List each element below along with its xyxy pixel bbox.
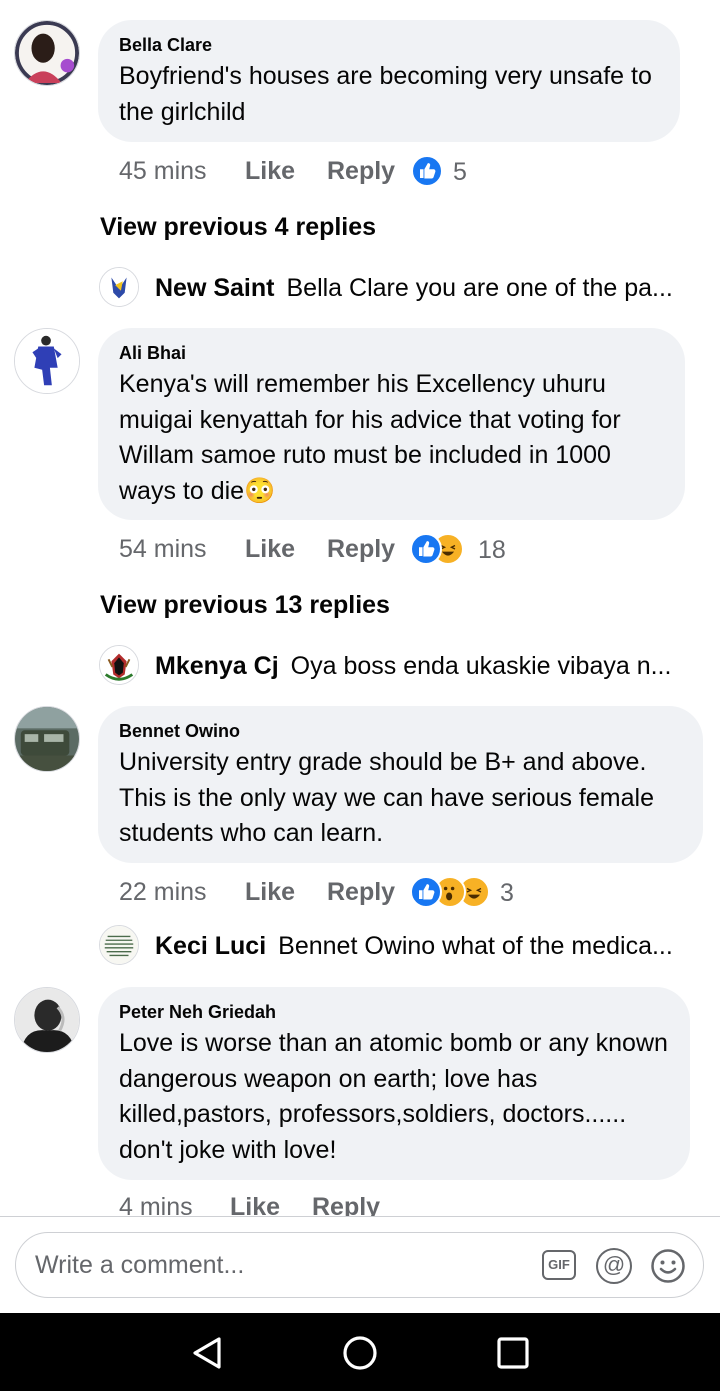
avatar[interactable] (14, 20, 80, 86)
comment-author[interactable]: Bennet Owino (119, 720, 681, 742)
reaction-count: 5 (453, 158, 467, 186)
like-button[interactable]: Like (245, 875, 295, 909)
reply-button[interactable]: Reply (327, 532, 395, 566)
reaction-count: 3 (500, 879, 514, 907)
reply-preview[interactable]: Keci Luci Bennet Owino what of the medica… (155, 929, 673, 963)
avatar[interactable] (14, 706, 80, 772)
comment-bubble[interactable]: Bennet Owino University entry grade shou… (98, 706, 703, 863)
reply-author[interactable]: New Saint (155, 274, 274, 302)
comment-author[interactable]: Ali Bhai (119, 342, 663, 364)
recents-icon[interactable] (496, 1336, 530, 1370)
like-reaction-icon (410, 876, 442, 908)
reaction-count: 18 (478, 536, 506, 564)
comment-composer: Write a comment... GIF @ (0, 1216, 720, 1314)
comment-bubble[interactable]: Peter Neh Griedah Love is worse than an … (98, 987, 690, 1180)
comment-meta: 54 mins Like Reply 18 (119, 532, 539, 566)
reply-text: Oya boss enda ukaskie vibaya n... (290, 652, 672, 680)
comment-author[interactable]: Bella Clare (119, 34, 658, 56)
comment-text: Kenya's will remember his Excellency uhu… (119, 367, 663, 509)
timestamp[interactable]: 22 mins (119, 875, 207, 909)
timestamp[interactable]: 4 mins (119, 1190, 193, 1216)
avatar[interactable] (99, 925, 139, 965)
at-icon: @ (602, 1252, 626, 1277)
smiley-icon (651, 1249, 685, 1283)
flushed-emoji: 😳 (244, 476, 276, 505)
like-button[interactable]: Like (230, 1190, 280, 1216)
avatar[interactable] (99, 267, 139, 307)
reply-button[interactable]: Reply (327, 875, 395, 909)
avatar[interactable] (14, 987, 80, 1053)
like-button[interactable]: Like (245, 154, 295, 188)
comment-input[interactable]: Write a comment... GIF @ (15, 1232, 704, 1298)
reply-text: Bella Clare you are one of the pa... (286, 274, 673, 302)
reply-author[interactable]: Mkenya Cj (155, 652, 279, 680)
comment-placeholder: Write a comment... (35, 1251, 245, 1279)
back-icon[interactable] (190, 1335, 224, 1371)
reply-button[interactable]: Reply (327, 154, 395, 188)
comment-bubble[interactable]: Bella Clare Boyfriend's houses are becom… (98, 20, 680, 142)
comment-meta: 45 mins Like Reply 5 (119, 154, 519, 188)
comment-author[interactable]: Peter Neh Griedah (119, 1001, 668, 1023)
home-icon[interactable] (342, 1335, 378, 1371)
gif-label: GIF (548, 1257, 570, 1272)
avatar[interactable] (14, 328, 80, 394)
android-navigation-bar (0, 1313, 720, 1391)
timestamp[interactable]: 54 mins (119, 532, 207, 566)
timestamp[interactable]: 45 mins (119, 154, 207, 188)
gif-button[interactable]: GIF (542, 1250, 576, 1280)
comment-text: Love is worse than an atomic bomb or any… (119, 1029, 668, 1164)
comment-meta: 22 mins Like Reply 3 (119, 875, 539, 909)
emoji-button[interactable] (650, 1248, 686, 1284)
reply-text: Bennet Owino what of the medica... (278, 932, 673, 960)
like-reaction-icon (411, 155, 443, 187)
reply-preview[interactable]: Mkenya Cj Oya boss enda ukaskie vibaya n.… (155, 649, 671, 683)
comment-meta: 4 mins Like Reply (119, 1190, 539, 1216)
comment-bubble[interactable]: Ali Bhai Kenya's will remember his Excel… (98, 328, 685, 520)
mention-button[interactable]: @ (596, 1248, 632, 1284)
view-previous-replies[interactable]: View previous 13 replies (100, 588, 390, 622)
like-reaction-icon (410, 533, 442, 565)
reply-button[interactable]: Reply (312, 1190, 380, 1216)
comment-text: University entry grade should be B+ and … (119, 748, 654, 847)
comment-text: Boyfriend's houses are becoming very uns… (119, 62, 652, 126)
reply-author[interactable]: Keci Luci (155, 932, 266, 960)
comment-text-body: Kenya's will remember his Excellency uhu… (119, 370, 621, 505)
reply-preview[interactable]: New Saint Bella Clare you are one of the … (155, 271, 673, 305)
like-button[interactable]: Like (245, 532, 295, 566)
view-previous-replies[interactable]: View previous 4 replies (100, 210, 376, 244)
avatar[interactable] (99, 645, 139, 685)
